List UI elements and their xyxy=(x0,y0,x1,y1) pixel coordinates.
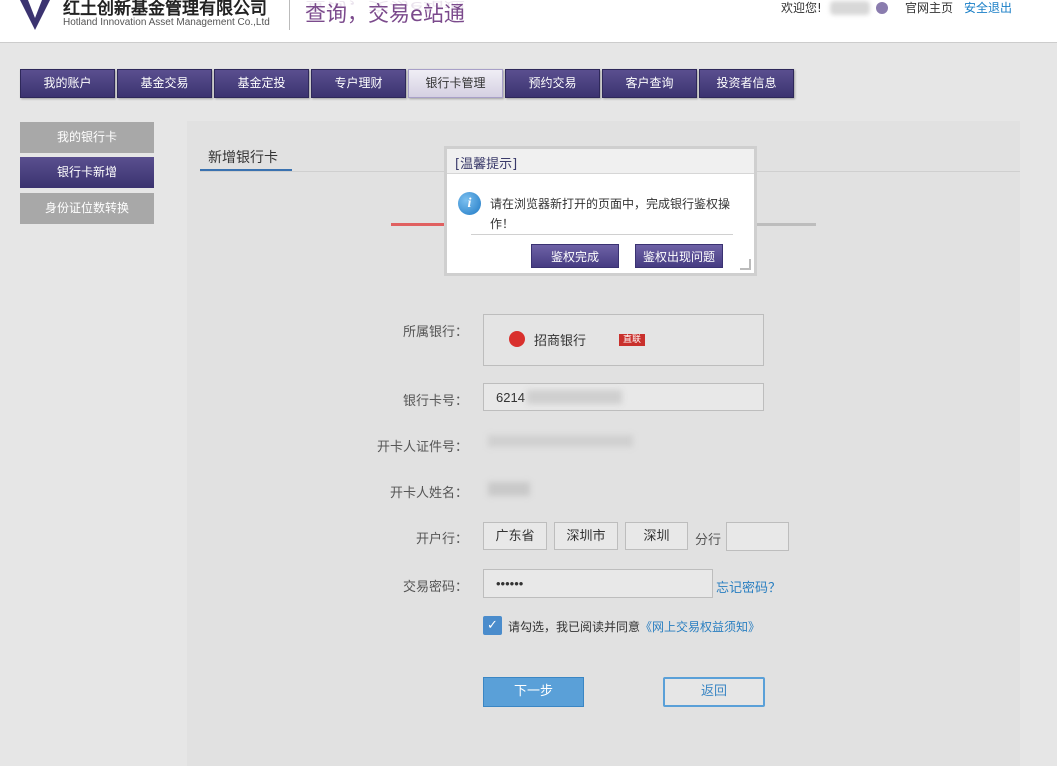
sidebar-item-my-cards[interactable]: 我的银行卡 xyxy=(20,122,154,153)
bank-label: 所属银行： xyxy=(402,325,468,340)
resize-handle-icon[interactable] xyxy=(740,259,751,270)
branch-suffix-label: 分行 xyxy=(695,533,722,548)
nav-special-account[interactable]: 专户理财 xyxy=(311,69,406,98)
logout-link[interactable]: 安全退出 xyxy=(964,0,1012,16)
home-link[interactable]: 官网主页 xyxy=(905,0,953,16)
sidebar-item-id-convert[interactable]: 身份证位数转换 xyxy=(20,193,154,224)
tip-dialog: [温馨提示] i 请在浏览器新打开的页面中，完成银行鉴权操作！ 鉴权完成 鉴权出… xyxy=(444,146,757,276)
province-select[interactable]: 广东省 xyxy=(483,522,547,550)
branch-label: 开户行： xyxy=(415,532,468,547)
dialog-separator xyxy=(471,234,733,235)
card-number-input[interactable] xyxy=(483,383,764,411)
id-number-blurred xyxy=(488,435,633,447)
holder-name-label: 开卡人姓名： xyxy=(389,486,468,501)
city-select[interactable]: 深圳市 xyxy=(554,522,618,550)
next-button[interactable]: 下一步 xyxy=(483,677,584,707)
nav-fund-fixed-invest[interactable]: 基金定投 xyxy=(214,69,309,98)
tab-add-card[interactable]: 新增银行卡 xyxy=(208,147,278,167)
rights-notice-link[interactable]: 《网上交易权益须知》 xyxy=(640,620,760,634)
direct-link-badge: 直联 xyxy=(619,334,645,346)
auth-done-button[interactable]: 鉴权完成 xyxy=(531,244,619,268)
welcome-text: 欢迎您! xyxy=(781,1,822,15)
company-logo-icon xyxy=(20,0,50,30)
header-divider xyxy=(289,0,290,30)
nav-reserve-trade[interactable]: 预约交易 xyxy=(505,69,600,98)
info-icon: i xyxy=(458,192,481,215)
back-button[interactable]: 返回 xyxy=(663,677,765,707)
dialog-title: [温馨提示] xyxy=(455,157,518,172)
agree-checkbox[interactable]: ✓ xyxy=(483,616,502,635)
agree-text: 请勾选，我已阅读并同意《网上交易权益须知》 xyxy=(508,618,760,635)
user-name-blurred xyxy=(830,1,870,15)
nav-customer-query[interactable]: 客户查询 xyxy=(602,69,697,98)
sidebar-item-add-card[interactable]: 银行卡新增 xyxy=(20,157,154,188)
branch-input[interactable] xyxy=(726,522,789,551)
card-number-label: 银行卡号： xyxy=(402,394,468,409)
top-header: 红土创新基金管理有限公司 Hotland Innovation Asset Ma… xyxy=(0,0,1057,43)
bank-name: 招商银行 xyxy=(534,334,587,349)
company-name-en: Hotland Innovation Asset Management Co.,… xyxy=(63,17,270,28)
nav-fund-trade[interactable]: 基金交易 xyxy=(117,69,212,98)
district-select[interactable]: 深圳 xyxy=(625,522,688,550)
password-input[interactable] xyxy=(483,569,713,598)
id-number-label: 开卡人证件号： xyxy=(376,440,468,455)
auth-problem-button[interactable]: 鉴权出现问题 xyxy=(635,244,723,268)
cmb-bank-logo-icon xyxy=(509,331,525,347)
user-menu-icon[interactable] xyxy=(876,2,888,14)
bank-select[interactable]: 招商银行 直联 xyxy=(483,314,764,366)
forgot-password-link[interactable]: 忘记密码？ xyxy=(716,577,781,596)
nav-my-account[interactable]: 我的账户 xyxy=(20,69,115,98)
dialog-header[interactable]: [温馨提示] xyxy=(447,149,754,174)
agree-prefix: 请勾选，我已阅读并同意 xyxy=(508,620,641,634)
password-label: 交易密码： xyxy=(402,580,468,595)
dialog-message: 请在浏览器新打开的页面中，完成银行鉴权操作！ xyxy=(490,197,731,231)
nav-investor-info[interactable]: 投资者信息 xyxy=(699,69,794,98)
nav-bank-card-manage[interactable]: 银行卡管理 xyxy=(408,69,503,98)
slogan-reflection: 查询，交易e站通 xyxy=(305,0,465,14)
holder-name-blurred xyxy=(488,482,530,496)
card-number-blurred xyxy=(527,390,622,404)
